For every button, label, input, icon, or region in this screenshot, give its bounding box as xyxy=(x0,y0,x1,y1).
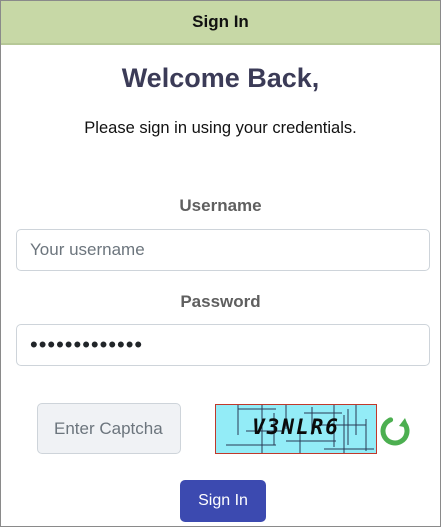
captcha-text: V3NLR6 xyxy=(252,415,340,439)
refresh-icon[interactable] xyxy=(378,414,412,448)
password-label: Password xyxy=(180,292,261,311)
captcha-image: V3NLR6 xyxy=(215,404,377,454)
header-bar: Sign In xyxy=(1,1,440,45)
captcha-input[interactable] xyxy=(37,403,181,454)
sign-in-window: Sign In Welcome Back, Please sign in usi… xyxy=(0,0,441,527)
sign-in-button[interactable]: Sign In xyxy=(180,480,266,522)
password-input[interactable] xyxy=(16,324,430,366)
username-label: Username xyxy=(179,196,262,215)
welcome-heading: Welcome Back, xyxy=(121,63,320,93)
welcome-subtitle: Please sign in using your credentials. xyxy=(84,119,357,137)
username-input[interactable] xyxy=(16,229,430,271)
header-title: Sign In xyxy=(192,12,249,31)
